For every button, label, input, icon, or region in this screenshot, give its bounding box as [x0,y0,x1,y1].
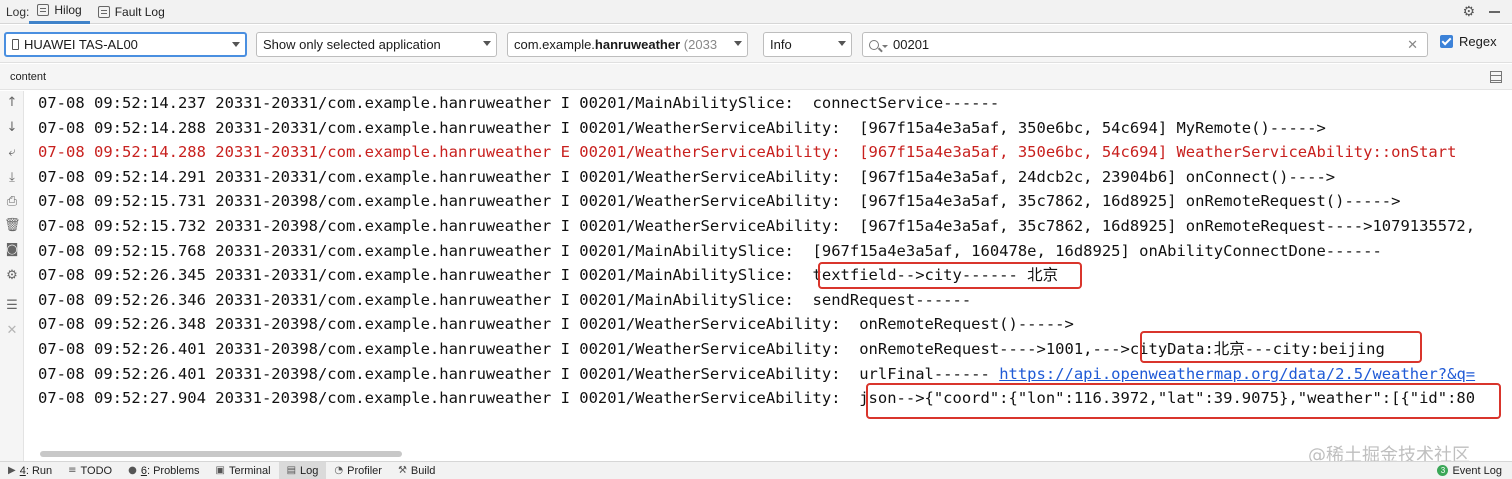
search-icon[interactable] [869,39,888,50]
todo-icon: ≡ [68,465,77,476]
bottom-tab-run[interactable]: ▶ 4: Run [0,462,60,479]
level-select[interactable]: Info [763,32,852,57]
bottom-tool-bar: ▶ 4: Run ≡ TODO ● 6: Problems ▣ Terminal… [0,461,1512,479]
chevron-down-icon [838,41,846,46]
print-icon[interactable]: ⎙ [4,194,20,210]
content-header: content [0,64,1512,90]
app-filter-select[interactable]: Show only selected application [256,32,497,57]
chevron-down-icon [483,41,491,46]
log-line: 07-08 09:52:26.348 20331-20398/com.examp… [38,315,1074,334]
event-log-count: 3 [1437,465,1449,476]
log-line-text: 07-08 09:52:26.401 20331-20398/com.examp… [38,364,1000,383]
bottom-tab-problems[interactable]: ● 6: Problems [120,462,207,479]
log-line: 07-08 09:52:15.768 20331-20331/com.examp… [38,241,1382,260]
build-icon: ⚒ [397,465,407,476]
bottom-tab-problems-label: : Problems [146,464,200,477]
package-prefix: com.example. [514,37,595,52]
close-icon[interactable]: ✕ [4,323,20,339]
bottom-tab-build[interactable]: ⚒ Build [390,462,443,479]
tab-hilog[interactable]: Hilog [29,0,90,24]
tab-fault-log[interactable]: Fault Log [90,0,173,24]
log-line: 07-08 09:52:14.288 20331-20331/com.examp… [38,118,1326,137]
log-line-error: 07-08 09:52:14.288 20331-20331/com.examp… [38,143,1457,162]
search-input[interactable] [893,37,1393,52]
terminal-icon: ▣ [215,465,225,476]
highlight-box [1140,331,1422,363]
highlight-box [866,383,1501,419]
layout-icon[interactable] [1490,71,1502,83]
hilog-icon [37,4,50,16]
down-arrow-icon[interactable]: ↓ [4,120,20,136]
gear-icon[interactable]: ⚙ [1462,3,1475,20]
bottom-tab-profiler[interactable]: ◔ Profiler [326,462,390,479]
layout-split-icon[interactable]: ☰ [4,298,20,314]
chevron-down-icon [232,42,240,47]
bottom-tab-run-label: : Run [25,464,53,477]
log-line: 07-08 09:52:14.291 20331-20331/com.examp… [38,167,1336,186]
package-pid: (2033 [683,37,718,52]
regex-label: Regex [1459,34,1497,49]
horizontal-scrollbar[interactable] [40,451,402,457]
regex-checkbox[interactable]: Regex [1440,34,1497,49]
bottom-tab-log[interactable]: ▤ Log [278,461,327,479]
clear-icon[interactable]: ✕ [1407,37,1418,53]
log-url-link[interactable]: https://api.openweathermap.org/data/2.5/… [999,365,1475,383]
fault-log-icon [97,5,110,18]
bottom-tab-build-label: Build [410,464,436,477]
checkbox-checked-icon[interactable] [1440,35,1453,48]
bottom-tab-profiler-label: Profiler [347,464,382,477]
problems-icon: ● [128,465,137,476]
content-column-label: content [10,70,47,83]
profiler-icon: ◔ [334,465,344,476]
tab-fault-log-label: Fault Log [114,4,165,19]
run-icon: ▶ [8,465,16,476]
bottom-tab-todo-label: TODO [80,464,113,477]
highlight-box [818,262,1082,289]
chevron-down-icon [734,41,742,46]
trash-icon[interactable]: 🗑 [4,218,21,234]
search-field[interactable]: ✕ [862,32,1428,57]
level-select-value: Info [770,37,792,52]
bottom-tab-log-label: Log [300,464,319,477]
app-filter-value: Show only selected application [263,37,441,52]
log-line: 07-08 09:52:26.401 20331-20398/com.examp… [38,362,1475,386]
device-select[interactable]: HUAWEI TAS-AL00 [4,32,247,57]
tool-window-header: Log: Hilog Fault Log ⚙ [0,0,1512,24]
soft-wrap-icon[interactable]: ⤶ [4,145,20,161]
bottom-tab-terminal-label: Terminal [228,464,271,477]
log-line: 07-08 09:52:15.732 20331-20398/com.examp… [38,217,1476,235]
scroll-to-end-icon[interactable]: ⤓ [4,170,20,186]
log-output[interactable]: 07-08 09:52:14.237 20331-20331/com.examp… [25,91,1512,461]
log-line: 07-08 09:52:14.237 20331-20331/com.examp… [38,94,1000,112]
log-window-label: Log: [6,4,30,19]
phone-icon [12,39,19,50]
log-line: 07-08 09:52:26.346 20331-20331/com.examp… [38,290,972,309]
camera-icon[interactable]: ◙ [4,242,20,258]
minimize-icon[interactable] [1489,10,1500,13]
event-log-button[interactable]: 3 Event Log [1437,465,1512,477]
filter-bar: HUAWEI TAS-AL00 Show only selected appli… [0,25,1512,63]
log-toolbar: ↑ ↓ ⤶ ⤓ ⎙ 🗑 ◙ ⚙ ☰ ✕ [0,91,24,461]
tab-hilog-label: Hilog [54,3,82,17]
event-log-label: Event Log [1452,464,1502,477]
log-icon: ▤ [286,465,297,476]
bottom-tab-todo[interactable]: ≡ TODO [60,462,120,479]
log-line: 07-08 09:52:15.731 20331-20398/com.examp… [38,192,1401,211]
up-arrow-icon[interactable]: ↑ [4,95,20,111]
bottom-tab-terminal[interactable]: ▣ Terminal [208,462,279,479]
settings-icon[interactable]: ⚙ [4,268,20,284]
package-select[interactable]: com.example. hanruweather (2033 [507,32,748,57]
device-select-value: HUAWEI TAS-AL00 [24,37,138,52]
package-name: hanruweather [594,37,681,52]
